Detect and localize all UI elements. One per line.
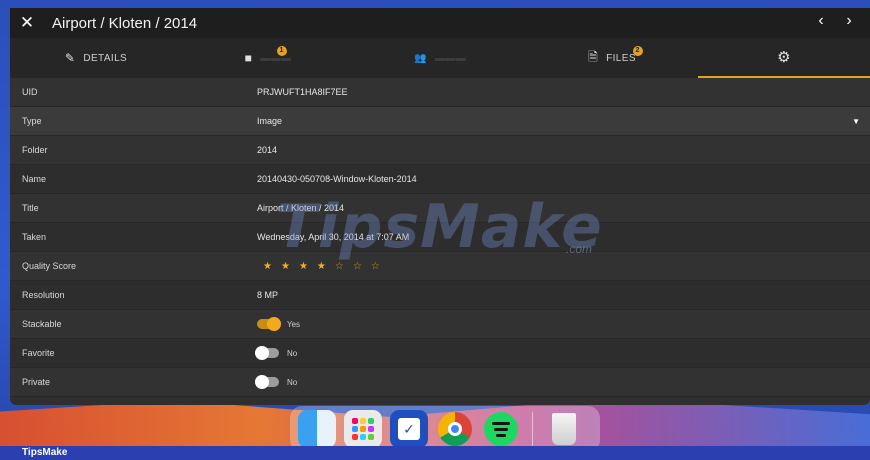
tab-details[interactable]: ✎ DETAILS (10, 38, 182, 78)
quality-score-label: Quality Score (22, 261, 77, 271)
tab-settings[interactable]: ⚙ (698, 38, 870, 78)
private-label: Private (22, 377, 51, 387)
people-icon: 👥 (413, 52, 427, 64)
resolution-value: 8 MP (257, 290, 279, 300)
toggle-knob (267, 317, 281, 331)
taken-label: Taken (22, 232, 47, 242)
info-row-quality: Quality Score ★ ★ ★ ★ ☆ ☆ ☆ (10, 252, 870, 281)
stackable-control: Yes (257, 317, 301, 331)
star-empty-icon[interactable]: ☆ (335, 261, 344, 272)
star-filled-icon[interactable]: ★ (281, 261, 290, 272)
info-row-name: Name 20140430-050708-Window-Kloten-2014 (10, 165, 870, 194)
quality-score-value: ★ ★ ★ ★ ☆ ☆ ☆ (257, 261, 380, 272)
previous-photo-button[interactable]: ‹ (814, 12, 828, 30)
info-row-favorite: Favorite No (10, 339, 870, 368)
tab-files[interactable]: 🗎 FILES 2 (526, 38, 698, 78)
stackable-toggle[interactable] (257, 317, 281, 331)
finder-app-icon[interactable] (298, 410, 336, 448)
tab-people[interactable]: 👥 ▬▬▬ (354, 38, 526, 78)
title-label: Title (22, 203, 39, 213)
gear-icon: ⚙ (777, 49, 791, 66)
name-value: 20140430-050708-Window-Kloten-2014 (257, 174, 417, 184)
taken-value: Wednesday, April 30, 2014 at 7:07 AM (257, 232, 410, 242)
favorite-control: No (255, 346, 298, 360)
taskbar: TipsMake (0, 446, 870, 460)
favorite-value: No (287, 348, 298, 358)
dialog-title: Airport / Kloten / 2014 (52, 14, 198, 32)
trash-app-icon[interactable] (545, 410, 583, 448)
title-value: Airport / Kloten / 2014 (257, 203, 345, 213)
stackable-value: Yes (287, 319, 301, 329)
info-row-folder: Folder 2014 (10, 136, 870, 165)
taskbar-label: TipsMake (22, 447, 68, 458)
tab-labels-label: ▬▬▬ (260, 52, 292, 64)
private-value: No (287, 377, 298, 387)
favorite-label: Favorite (22, 348, 55, 358)
photo-info-table: UID PRJWUFT1HA8IF7EE Type Image ▼ Folder… (10, 78, 870, 397)
private-toggle[interactable] (255, 375, 279, 389)
dock-separator (532, 412, 533, 446)
favorite-toggle[interactable] (255, 346, 279, 360)
info-row-private: Private No (10, 368, 870, 397)
private-control: No (255, 375, 298, 389)
folder-label: Folder (22, 145, 48, 155)
info-row-title: Title Airport / Kloten / 2014 (10, 194, 870, 223)
dialog-titlebar: ✕ Airport / Kloten / 2014 ‹ › (10, 8, 870, 38)
tab-labels[interactable]: ■ ▬▬▬ 1 (182, 38, 354, 78)
star-filled-icon[interactable]: ★ (263, 261, 272, 272)
name-label: Name (22, 174, 47, 184)
type-label: Type (22, 116, 42, 126)
labels-count-badge: 1 (276, 46, 287, 56)
toggle-knob (255, 375, 269, 389)
photo-edit-dialog: ✕ Airport / Kloten / 2014 ‹ › ✎ DETAILS … (10, 8, 870, 405)
info-row-stackable: Stackable Yes (10, 310, 870, 339)
star-filled-icon[interactable]: ★ (299, 261, 308, 272)
next-photo-button[interactable]: › (842, 12, 856, 30)
star-rating: ★ ★ ★ ★ ☆ ☆ ☆ (263, 261, 380, 272)
chrome-app-icon[interactable] (436, 410, 474, 448)
star-empty-icon[interactable]: ☆ (371, 261, 380, 272)
resolution-label: Resolution (22, 290, 65, 300)
chevron-down-icon[interactable]: ▼ (852, 117, 860, 126)
spotify-app-icon[interactable] (482, 410, 520, 448)
toggle-knob (255, 346, 269, 360)
launchpad-app-icon[interactable] (344, 410, 382, 448)
uid-label: UID (22, 87, 38, 97)
dialog-tabs: ✎ DETAILS ■ ▬▬▬ 1 👥 ▬▬▬ 🗎 FILES 2 ⚙ (10, 38, 870, 78)
tab-files-label: FILES (606, 52, 636, 64)
info-row-taken: Taken Wednesday, April 30, 2014 at 7:07 … (10, 223, 870, 252)
task-app-icon[interactable]: ✓ (390, 410, 428, 448)
label-icon: ■ (244, 51, 253, 65)
file-icon: 🗎 (588, 49, 599, 64)
tab-people-label: ▬▬▬ (434, 52, 467, 64)
stackable-label: Stackable (22, 319, 62, 329)
info-row-resolution: Resolution 8 MP (10, 281, 870, 310)
folder-value: 2014 (257, 145, 278, 155)
photo-navigation: ‹ › (814, 12, 856, 30)
type-select-value[interactable]: Image (257, 116, 282, 126)
tab-details-label: DETAILS (83, 52, 128, 64)
info-row-uid: UID PRJWUFT1HA8IF7EE (10, 78, 870, 107)
info-row-type[interactable]: Type Image ▼ (10, 107, 870, 136)
uid-value: PRJWUFT1HA8IF7EE (257, 87, 348, 97)
close-icon[interactable]: ✕ (10, 13, 44, 33)
star-filled-icon[interactable]: ★ (317, 261, 326, 272)
pencil-icon: ✎ (64, 51, 76, 65)
star-empty-icon[interactable]: ☆ (353, 261, 362, 272)
files-count-badge: 2 (632, 46, 643, 56)
